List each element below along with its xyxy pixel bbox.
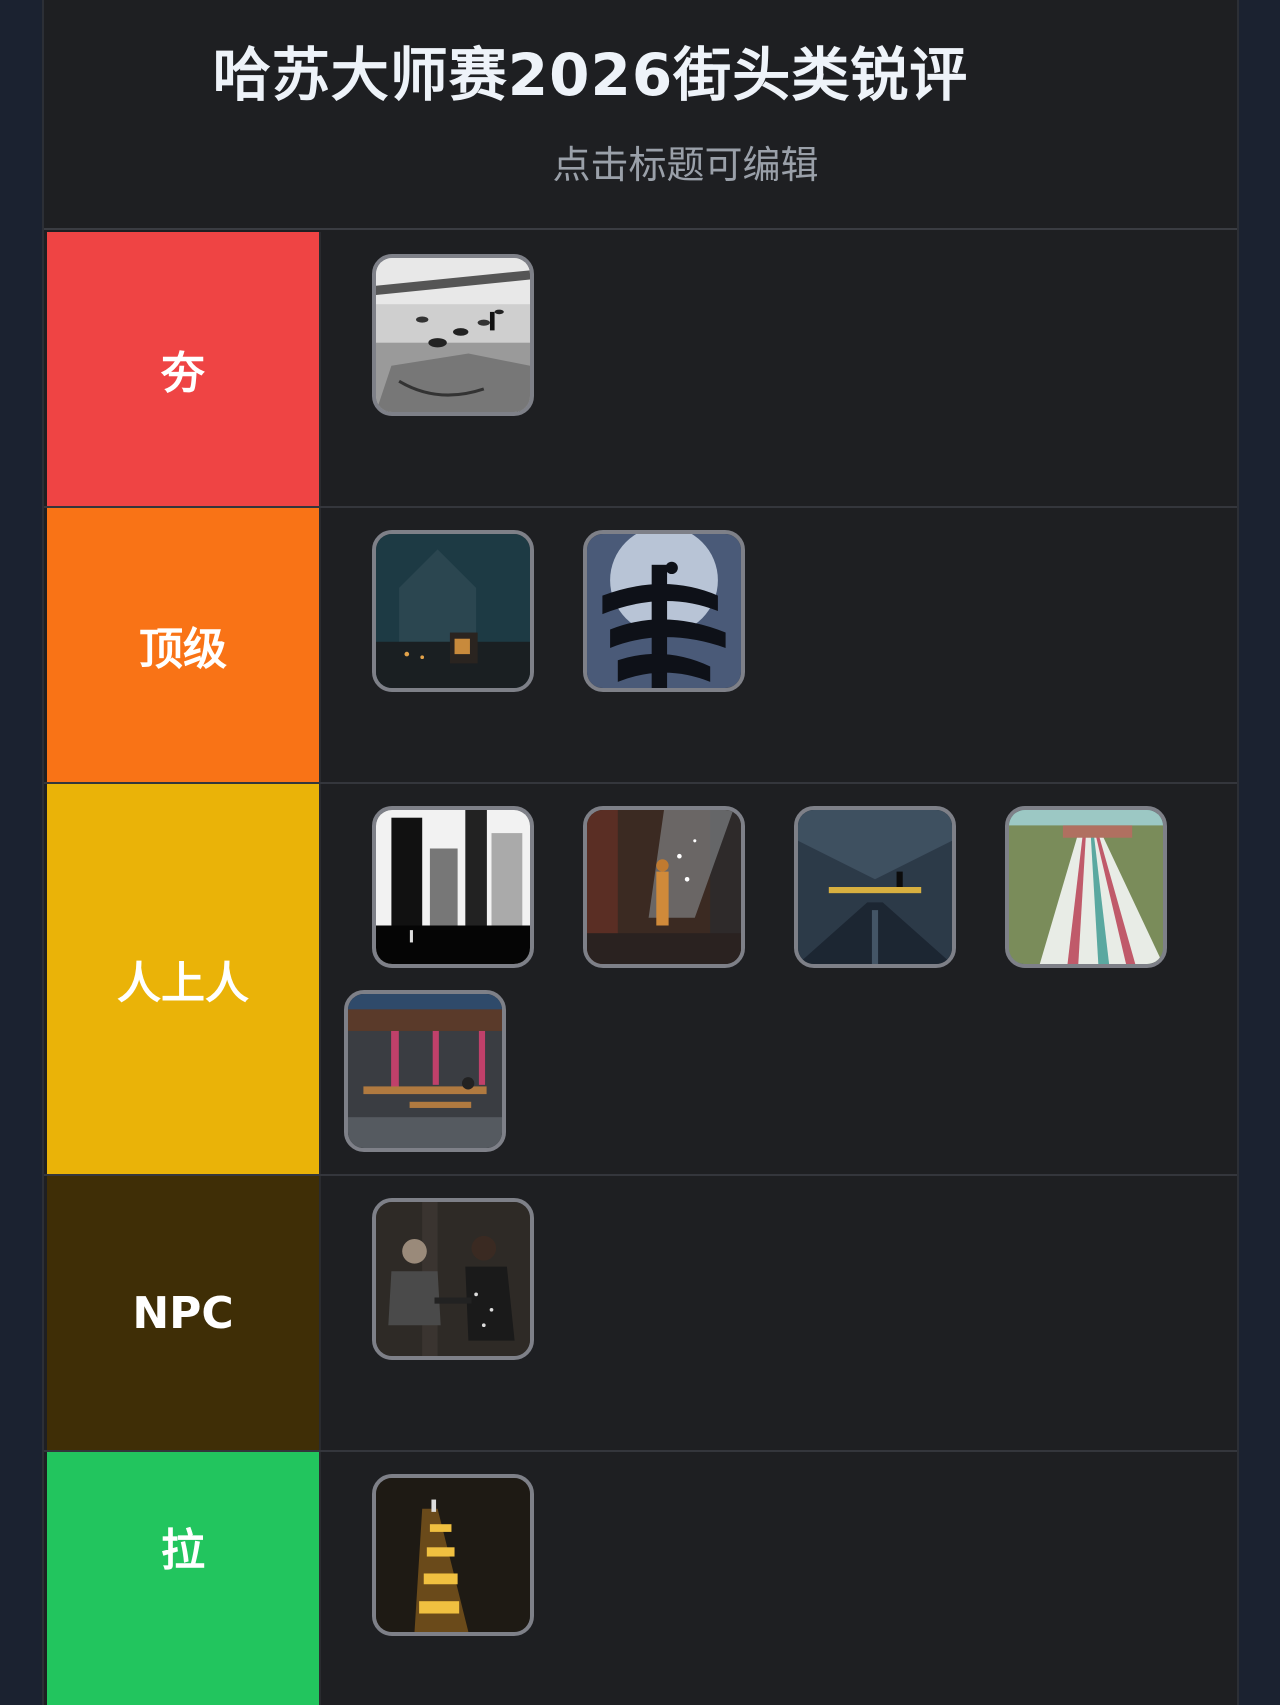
tier-list-board: 哈苏大师赛2026街头类锐评 点击标题可编辑 夯 顶级 人上人 NPC 拉: [42, 0, 1239, 1705]
tier-items-1[interactable]: [322, 232, 1237, 506]
pigeons-bw-photo[interactable]: [372, 254, 534, 416]
tier-label-3[interactable]: 人上人: [47, 784, 321, 1174]
spiral-stairs-photo[interactable]: [583, 530, 745, 692]
tier-label-1[interactable]: 夯: [47, 232, 321, 506]
header: 哈苏大师赛2026街头类锐评 点击标题可编辑: [44, 0, 1237, 230]
tier-row-2: 顶级: [44, 508, 1237, 784]
tier-row-5: 拉: [44, 1452, 1237, 1705]
tier-items-3[interactable]: [322, 784, 1237, 1174]
tier-label-5[interactable]: 拉: [47, 1452, 321, 1705]
tier-items-2[interactable]: [322, 508, 1237, 782]
skyscrapers-bw-photo[interactable]: [372, 806, 534, 968]
underpass-figure-photo[interactable]: [794, 806, 956, 968]
canteen-tables-photo[interactable]: [344, 990, 506, 1152]
tier-items-5[interactable]: [322, 1452, 1237, 1705]
edit-hint: 点击标题可编辑: [552, 143, 819, 187]
page-title[interactable]: 哈苏大师赛2026街头类锐评: [44, 28, 1137, 112]
water-slides-photo[interactable]: [1005, 806, 1167, 968]
light-stripes-floor-photo[interactable]: [372, 1474, 534, 1636]
tier-row-1: 夯: [44, 232, 1237, 508]
tier-label-4[interactable]: NPC: [47, 1176, 321, 1450]
sparks-worker-photo[interactable]: [583, 806, 745, 968]
tier-items-4[interactable]: [322, 1176, 1237, 1450]
cafe-couple-photo[interactable]: [372, 1198, 534, 1360]
tier-row-3: 人上人: [44, 784, 1237, 1176]
foggy-cathedral-photo[interactable]: [372, 530, 534, 692]
tier-row-4: NPC: [44, 1176, 1237, 1452]
tier-label-2[interactable]: 顶级: [47, 508, 321, 782]
